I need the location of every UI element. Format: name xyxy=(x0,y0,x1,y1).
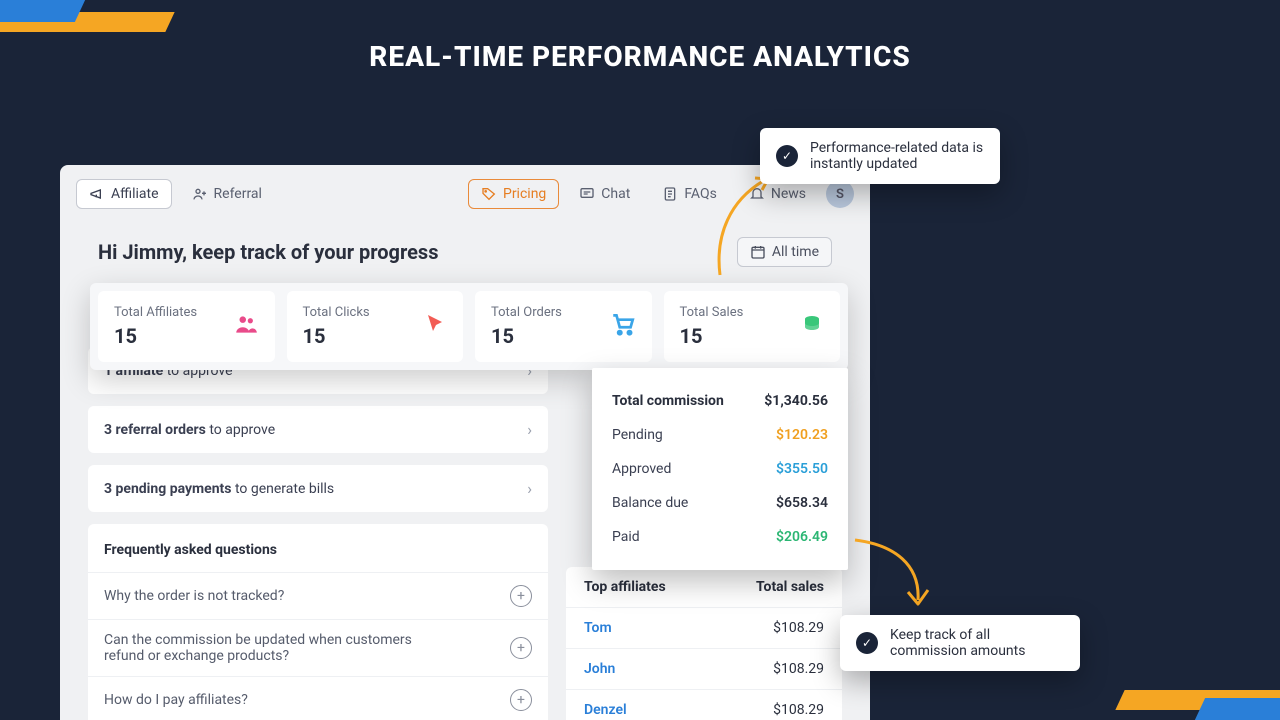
commission-total-label: Total commission xyxy=(612,393,724,409)
corner-accent-bottom-right xyxy=(1080,670,1280,720)
stat-total-orders[interactable]: Total Orders 15 xyxy=(475,291,652,362)
action-pending-payments[interactable]: 3 pending payments to generate bills › xyxy=(88,465,548,512)
commission-pending-label: Pending xyxy=(612,427,663,443)
stats-row: Total Affiliates 15 Total Clicks 15 Tota… xyxy=(90,283,848,370)
calendar-icon xyxy=(750,244,766,260)
nav-affiliate[interactable]: Affiliate xyxy=(76,179,172,209)
commission-paid-label: Paid xyxy=(612,529,640,545)
callout-realtime: ✓ Performance-related data is instantly … xyxy=(760,128,1000,184)
document-icon xyxy=(662,186,678,202)
commission-approved-value: $355.50 xyxy=(776,461,828,477)
corner-accent-top-left xyxy=(0,0,200,50)
nav-news[interactable]: News xyxy=(737,180,818,208)
check-icon: ✓ xyxy=(776,145,798,167)
table-row[interactable]: Denzel $108.29 xyxy=(566,689,842,720)
nav-faqs-label: FAQs xyxy=(684,186,717,202)
callout-commission: ✓ Keep track of all commission amounts xyxy=(840,615,1080,671)
time-filter[interactable]: All time xyxy=(737,237,832,267)
expand-icon: + xyxy=(510,689,532,711)
commission-pending-value: $120.23 xyxy=(776,427,828,443)
user-plus-icon xyxy=(192,186,208,202)
stat-total-affiliates[interactable]: Total Affiliates 15 xyxy=(98,291,275,362)
col-top-affiliates: Top affiliates xyxy=(584,579,666,595)
tag-icon xyxy=(481,186,497,202)
faq-item[interactable]: Why the order is not tracked? + xyxy=(88,572,548,619)
avatar[interactable]: S xyxy=(826,180,854,208)
nav-chat[interactable]: Chat xyxy=(567,180,642,208)
nav-chat-label: Chat xyxy=(601,186,630,202)
chevron-right-icon: › xyxy=(527,420,532,439)
topbar: Affiliate Referral Pricing Chat FAQs xyxy=(60,165,870,223)
stat-total-sales[interactable]: Total Sales 15 xyxy=(664,291,841,362)
commission-balance-value: $658.34 xyxy=(776,495,828,511)
nav-referral-label: Referral xyxy=(214,186,262,202)
nav-news-label: News xyxy=(771,186,806,202)
coins-icon xyxy=(800,312,824,342)
expand-icon: + xyxy=(510,585,532,607)
expand-icon: + xyxy=(510,637,532,659)
faq-title: Frequently asked questions xyxy=(88,528,548,572)
chevron-right-icon: › xyxy=(527,479,532,498)
nav-pricing[interactable]: Pricing xyxy=(468,179,559,209)
megaphone-icon xyxy=(89,186,105,202)
commission-total-value: $1,340.56 xyxy=(764,393,828,409)
nav-affiliate-label: Affiliate xyxy=(111,186,159,202)
stat-total-clicks[interactable]: Total Clicks 15 xyxy=(287,291,464,362)
faq-block: Frequently asked questions Why the order… xyxy=(88,524,548,720)
cursor-icon xyxy=(423,312,447,342)
cart-icon xyxy=(610,311,636,343)
faq-item[interactable]: How do I pay affiliates? + xyxy=(88,676,548,720)
nav-faqs[interactable]: FAQs xyxy=(650,180,729,208)
users-icon xyxy=(233,311,259,343)
time-filter-label: All time xyxy=(772,244,819,260)
table-row[interactable]: John $108.29 xyxy=(566,648,842,689)
greeting: Hi Jimmy, keep track of your progress xyxy=(98,240,438,264)
nav-referral[interactable]: Referral xyxy=(180,180,274,208)
table-row[interactable]: Tom $108.29 xyxy=(566,607,842,648)
top-affiliates-table: Top affiliates Total sales Tom $108.29 J… xyxy=(566,567,842,720)
nav-pricing-label: Pricing xyxy=(503,186,546,202)
action-approve-referral-orders[interactable]: 3 referral orders to approve › xyxy=(88,406,548,453)
commission-balance-label: Balance due xyxy=(612,495,688,511)
commission-paid-value: $206.49 xyxy=(776,529,828,545)
commission-card: Total commission $1,340.56 Pending $120.… xyxy=(592,368,848,570)
check-icon: ✓ xyxy=(856,632,878,654)
bell-icon xyxy=(749,186,765,202)
chat-icon xyxy=(579,186,595,202)
commission-approved-label: Approved xyxy=(612,461,671,477)
col-total-sales: Total sales xyxy=(756,579,824,595)
faq-item[interactable]: Can the commission be updated when custo… xyxy=(88,619,548,676)
